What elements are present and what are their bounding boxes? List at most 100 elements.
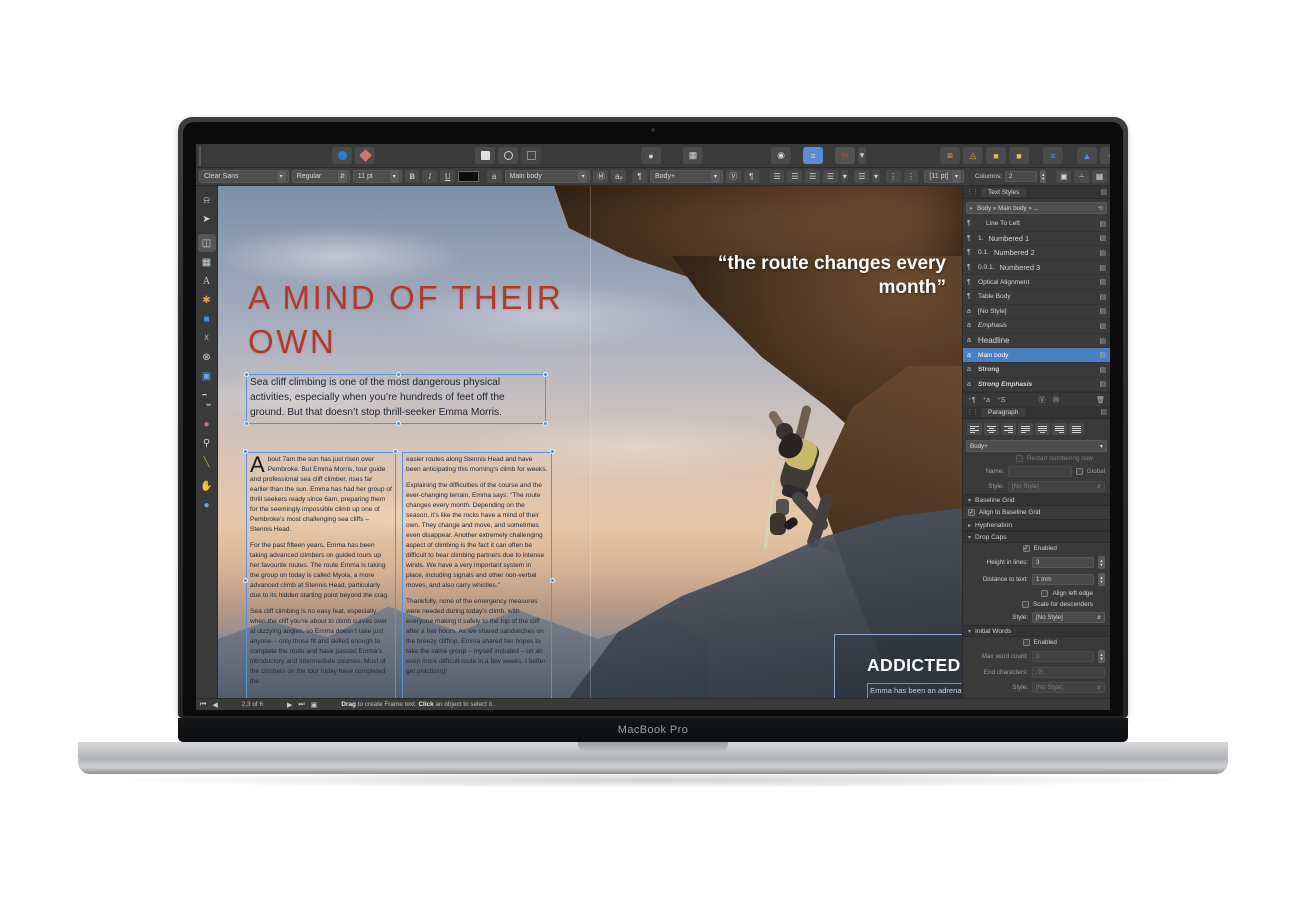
show-hide-icon[interactable]: ◉ [771,147,791,164]
drop-caps-enabled-row[interactable]: ✓ Enabled [963,543,1110,554]
transparency-tool-icon[interactable]: ⚲ [198,434,216,452]
apply-paragraph-style-icon[interactable]: Ⓥ [1038,395,1045,405]
drop-caps-height-stepper[interactable]: ▲ ▼ [1098,556,1105,570]
justify-left-button[interactable] [1018,423,1033,436]
selection-handle[interactable] [396,372,401,377]
flip-horizontal-icon[interactable]: ▲ [1077,147,1097,164]
restart-numbering-checkbox[interactable] [1015,455,1023,463]
drop-caps-scale-checkbox[interactable] [1021,601,1029,609]
fill-tool-icon[interactable]: ● [198,415,216,433]
disclosure-triangle-icon[interactable]: ▾ [968,628,971,635]
baseline-grid-icon[interactable]: ▦ [1092,170,1107,183]
font-family-select[interactable]: Clear Sans ▾ [199,170,289,183]
frame-text-tool-icon[interactable]: ◫ [197,234,216,252]
new-group-style-icon[interactable]: ⁺S [997,396,1005,404]
text-style-row[interactable]: a Main body ▤ [963,348,1110,363]
text-style-options-icon[interactable]: ▤ [1099,293,1106,301]
drop-caps-distance-input[interactable]: 1 mm [1032,574,1094,586]
selection-handle[interactable] [393,449,398,454]
resource-manager-icon[interactable] [355,147,375,164]
move-back-icon[interactable]: ⧈ [940,147,960,164]
text-style-options-icon[interactable]: ▤ [1099,337,1106,345]
colour-picker-tool-icon[interactable]: ╲ [198,453,216,471]
panel-menu-icon[interactable]: ▤ [1100,408,1107,416]
text-style-options-icon[interactable]: ▤ [1099,322,1106,330]
previous-page-button[interactable]: ◀ [212,701,217,709]
paragraph-style-select[interactable]: Body+ ▾ [966,440,1107,453]
standfirst-text-frame[interactable]: Sea cliff climbing is one of the most da… [244,372,548,426]
drop-caps-enabled-checkbox[interactable]: ✓ [1022,545,1030,553]
justify-right-button[interactable] [1052,423,1067,436]
new-character-style-icon[interactable]: ⁺a [982,396,990,404]
restart-numbering-row[interactable]: Restart numbering now [963,453,1110,464]
section-initial-words[interactable]: ▾ Initial Words [963,625,1110,638]
text-frame-icon[interactable]: ▦ [683,147,703,164]
new-paragraph-style-icon[interactable]: ⁺¶ [968,396,975,404]
initial-words-style-select[interactable]: [No Style] ⇵ [1032,682,1105,694]
global-checkbox[interactable] [1075,468,1083,476]
disclosure-triangle-icon[interactable]: ▾ [968,534,971,541]
align-right-button[interactable]: ☰ [805,170,821,183]
picture-frame-tool-icon[interactable]: ☓ [198,329,216,347]
place-image-tool-icon[interactable]: ▣ [198,367,216,385]
section-hyphenation[interactable]: ▸ Hyphenation [963,519,1110,532]
table-tool-icon[interactable]: ▦ [198,253,216,271]
next-page-button[interactable]: ▶ [287,701,292,709]
pages-panel-icon[interactable]: ▣ [311,701,318,709]
numbered-list-button[interactable]: ⋮ [903,170,919,183]
initial-words-max-stepper[interactable]: ▲ ▼ [1098,650,1105,664]
selection-handle[interactable] [243,578,248,583]
align-right-button[interactable] [1001,423,1016,436]
preflight-icon[interactable] [332,147,352,164]
column-gutter-icon[interactable]: ∸ [1074,170,1090,183]
section-drop-caps[interactable]: ▾ Drop Caps [963,531,1110,544]
text-style-options-icon[interactable]: ▤ [1099,264,1106,272]
apply-character-style-icon[interactable]: Ⓜ [1052,395,1059,405]
text-style-options-icon[interactable]: ▤ [1099,307,1106,315]
align-left-button[interactable]: ☰ [769,170,785,183]
drop-caps-style-select[interactable]: [No Style] ⇵ [1032,612,1105,624]
drop-caps-distance-stepper[interactable]: ▲ ▼ [1098,573,1105,587]
master-pages-icon[interactable] [521,147,541,164]
disclosure-triangle-icon[interactable]: ▸ [970,205,973,212]
paragraph-style-select[interactable]: Body+ ▾ [650,170,723,183]
text-style-row[interactable]: a Strong Emphasis ▤ [963,378,1110,393]
text-style-options-icon[interactable]: ▤ [1099,380,1106,388]
body-column-left[interactable]: About 7am the sun has just risen over Pe… [246,452,396,698]
leading-select[interactable]: [11 pt] ▾ [924,170,964,183]
body-text-frames[interactable]: About 7am the sun has just risen over Pe… [243,449,555,698]
text-styles-breadcrumb[interactable]: ▸ Body » Main body » ... ⟲ [966,202,1107,214]
align-center-button[interactable]: ☰ [787,170,803,183]
sidebar-panel-intro[interactable]: Emma has been an adrenaline junky since … [867,683,962,698]
selection-handle[interactable] [244,372,249,377]
align-icon[interactable]: ≡ [1043,147,1063,164]
drop-caps-scale-row[interactable]: Scale for descenders [963,599,1110,610]
text-style-row[interactable]: ¶ 0.1. Numbered 2 ▤ [963,246,1110,261]
disclosure-triangle-icon[interactable]: ▾ [968,497,971,504]
move-tool-icon[interactable]: ⍾ [198,191,216,209]
text-wrap-icon[interactable]: ≡ [803,147,823,164]
style-select[interactable]: [No Style] ⇵ [1008,481,1105,493]
font-size-select[interactable]: 11 pt ▾ [352,170,402,183]
disclosure-triangle-icon[interactable]: ▸ [968,522,971,529]
text-style-row[interactable]: ¶ 0.0.1. Numbered 3 ▤ [963,261,1110,276]
delete-style-icon[interactable]: 🗑 [1096,396,1105,404]
selection-handle[interactable] [543,421,548,426]
text-style-options-icon[interactable]: ▤ [1099,249,1106,257]
justify-button[interactable]: ☰ [823,170,839,183]
pin-icon[interactable]: ● [641,147,661,164]
justify-center-button[interactable] [1035,423,1050,436]
view-tool-icon[interactable]: ✋ [198,477,216,495]
selection-handle[interactable] [550,449,555,454]
text-style-row[interactable]: ¶ Line To Left ▤ [963,217,1110,232]
reset-style-icon[interactable]: ⟲ [1098,205,1103,212]
vertical-align-button[interactable]: ☰ [854,170,870,183]
last-page-button[interactable]: ⏭ [298,701,304,709]
body-column-right[interactable]: easier routes along Stennis Head and hav… [402,452,552,698]
initial-words-enabled-row[interactable]: Enabled [963,637,1110,648]
text-style-row[interactable]: a Headline ▤ [963,334,1110,349]
pen-tool-icon[interactable]: ✱ [198,291,216,309]
first-page-button[interactable]: ⏮ [200,701,206,709]
bold-button[interactable]: B [404,170,420,183]
zoom-tool-icon[interactable]: ● [198,496,216,514]
